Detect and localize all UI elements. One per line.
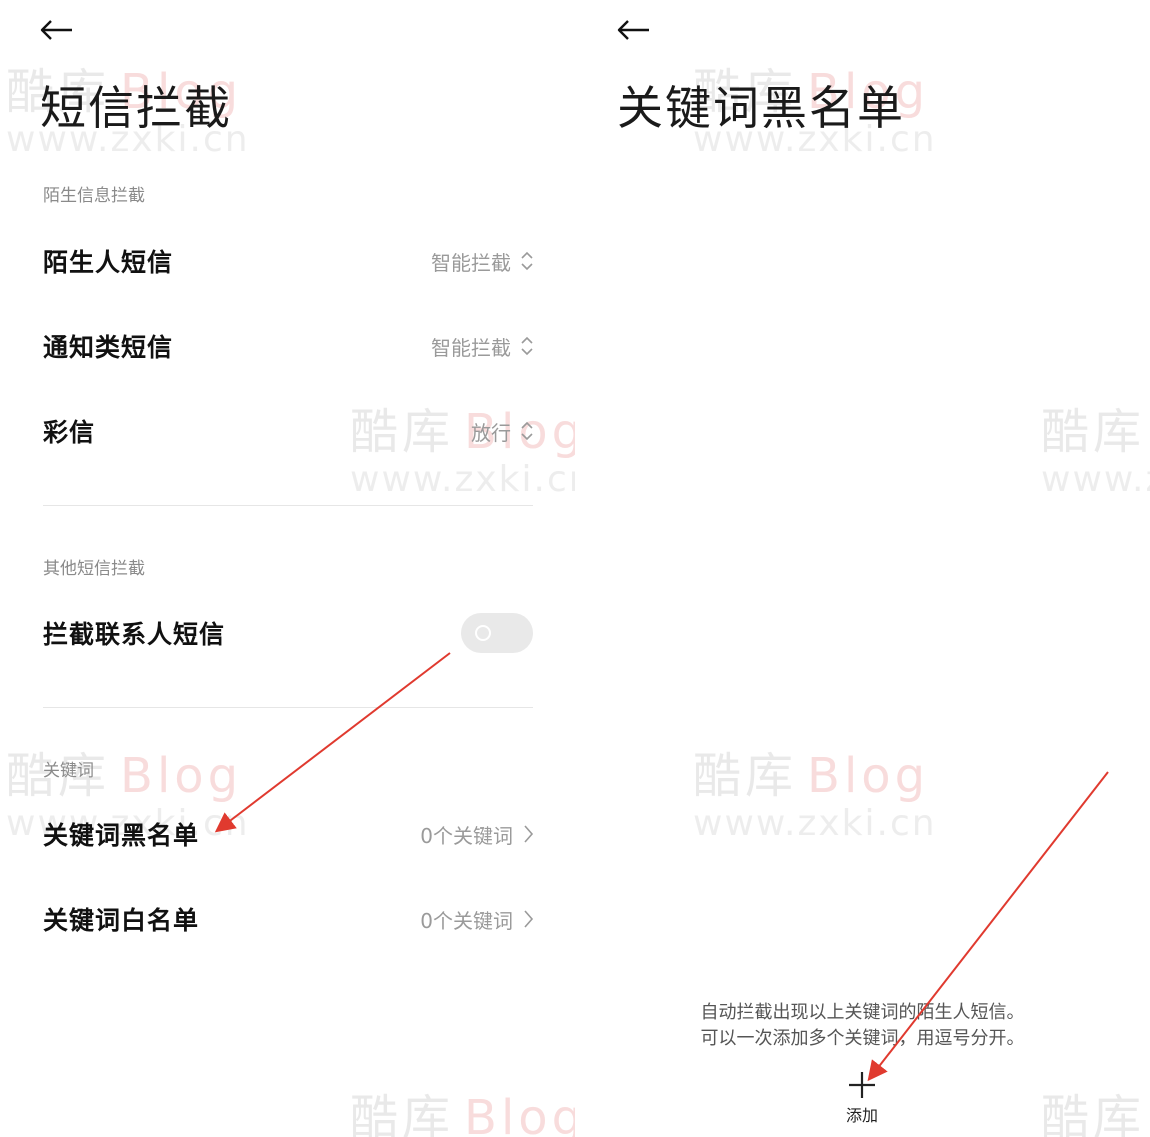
row-value: 0个关键词	[420, 820, 535, 849]
back-button[interactable]	[615, 12, 655, 48]
row-label: 拦截联系人短信	[43, 620, 226, 649]
back-button[interactable]	[38, 12, 78, 48]
divider	[43, 707, 533, 708]
add-keyword-button[interactable]: 添加	[822, 1070, 902, 1136]
block-contacts-toggle[interactable]	[461, 613, 533, 653]
back-arrow-icon	[617, 20, 649, 40]
toggle-knob	[475, 625, 491, 641]
empty-hint: 自动拦截出现以上关键词的陌生人短信。 可以一次添加多个关键词，用逗号分开。	[575, 1000, 1150, 1052]
row-keyword-whitelist[interactable]: 关键词白名单 0个关键词	[43, 894, 535, 944]
page-title: 关键词黑名单	[617, 81, 905, 135]
sms-blocking-screen: 酷库 Blog www.zxki.cn 短信拦截 陌生信息拦截 陌生人短信 智能拦…	[0, 0, 575, 1137]
hint-line: 自动拦截出现以上关键词的陌生人短信。	[700, 1002, 1025, 1023]
row-value: 0个关键词	[420, 905, 535, 934]
row-value: 智能拦截	[431, 332, 535, 361]
chevron-right-icon	[524, 910, 534, 928]
chevron-up-down-icon	[521, 251, 533, 271]
row-value: 智能拦截	[431, 247, 535, 276]
row-label: 彩信	[43, 418, 96, 447]
watermark: 酷库	[1041, 1090, 1146, 1137]
add-label: 添加	[845, 1106, 878, 1125]
row-label: 通知类短信	[43, 333, 174, 362]
plus-icon	[849, 1072, 875, 1098]
row-label: 陌生人短信	[43, 248, 174, 277]
row-mms[interactable]: 彩信 放行	[43, 406, 535, 456]
annotation-arrow	[867, 771, 1109, 1082]
row-value: 放行	[471, 417, 535, 446]
watermark: 酷库Blog www.zxki.cn	[1041, 404, 1150, 500]
row-stranger-sms[interactable]: 陌生人短信 智能拦截	[43, 236, 535, 286]
section-label-keywords: 关键词	[43, 761, 94, 781]
chevron-up-down-icon	[521, 336, 533, 356]
divider	[43, 505, 533, 506]
row-label: 关键词白名单	[43, 906, 200, 935]
section-label-stranger: 陌生信息拦截	[43, 186, 145, 206]
chevron-right-icon	[524, 825, 534, 843]
keyword-blacklist-screen: 酷库Blog www.zxki.cn 关键词黑名单 酷库Blog www.zxk…	[575, 0, 1150, 1137]
watermark: 酷库Blog www.zxki.cn	[693, 748, 937, 844]
watermark: 酷库 Blog	[350, 1090, 575, 1137]
page-title: 短信拦截	[40, 81, 232, 135]
chevron-up-down-icon	[521, 421, 533, 441]
section-label-other: 其他短信拦截	[43, 559, 145, 579]
row-keyword-blacklist[interactable]: 关键词黑名单 0个关键词	[43, 809, 535, 859]
row-notification-sms[interactable]: 通知类短信 智能拦截	[43, 321, 535, 371]
back-arrow-icon	[40, 20, 72, 40]
hint-line: 可以一次添加多个关键词，用逗号分开。	[700, 1028, 1025, 1049]
row-label: 关键词黑名单	[43, 821, 200, 850]
